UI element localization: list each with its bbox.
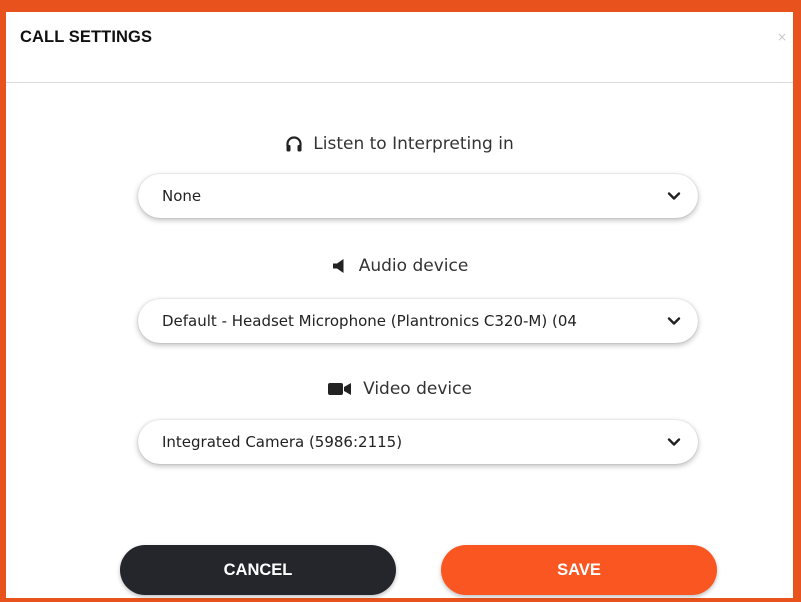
- close-icon[interactable]: ×: [777, 30, 787, 44]
- video-device-select[interactable]: Integrated Camera (5986:2115): [138, 420, 698, 464]
- chevron-down-icon: [667, 192, 681, 200]
- dialog-header: CALL SETTINGS ×: [6, 12, 793, 83]
- cancel-button[interactable]: CANCEL: [120, 545, 396, 595]
- speaker-icon: [331, 257, 349, 275]
- video-selected-value: Integrated Camera (5986:2115): [162, 433, 403, 451]
- headphones-icon: [285, 135, 303, 153]
- chevron-down-icon: [667, 317, 681, 325]
- interpreting-language-select[interactable]: None: [138, 174, 698, 218]
- cancel-button-label: CANCEL: [223, 560, 293, 579]
- dialog-title: CALL SETTINGS: [20, 28, 153, 46]
- interpreting-label: Listen to Interpreting in: [313, 134, 514, 154]
- audio-label: Audio device: [358, 256, 469, 276]
- call-settings-dialog: CALL SETTINGS × Listen to Interpreting i…: [0, 0, 801, 602]
- audio-selected-value: Default - Headset Microphone (Plantronic…: [162, 312, 577, 330]
- video-label: Video device: [363, 379, 472, 399]
- save-button[interactable]: SAVE: [441, 545, 717, 595]
- chevron-down-icon: [667, 438, 681, 446]
- interpreting-selected-value: None: [162, 187, 202, 205]
- video-label-row: Video device: [6, 374, 793, 404]
- audio-label-row: Audio device: [6, 251, 793, 281]
- interpreting-label-row: Listen to Interpreting in: [6, 129, 793, 159]
- save-button-label: SAVE: [557, 560, 601, 579]
- audio-device-select[interactable]: Default - Headset Microphone (Plantronic…: [138, 299, 698, 343]
- video-camera-icon: [327, 381, 353, 397]
